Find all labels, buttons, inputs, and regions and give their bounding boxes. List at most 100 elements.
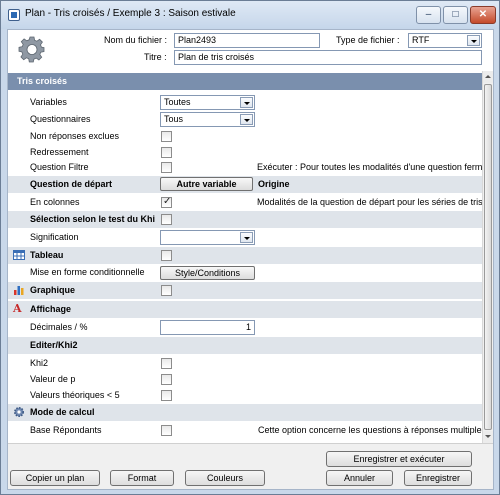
question-filtre-checkbox[interactable] — [161, 162, 172, 173]
variables-select[interactable]: Toutes — [160, 95, 255, 110]
origine-label: Origine — [258, 179, 290, 189]
window-title: Plan - Tris croisés / Exemple 3 : Saison… — [25, 8, 236, 19]
autre-variable-button[interactable]: Autre variable — [160, 177, 253, 191]
table-icon — [13, 250, 25, 260]
app-icon — [8, 9, 20, 21]
scroll-down-arrow-icon[interactable] — [483, 431, 493, 443]
row-signification: Signification — [8, 229, 482, 246]
khi2-label: Khi2 — [30, 358, 49, 368]
dialog-client-area: Nom du fichier : Plan2493 Type de fichie… — [7, 29, 494, 490]
options-panel: Tris croisés Variables Toutes Questionna… — [8, 71, 482, 443]
redressement-checkbox[interactable] — [161, 147, 172, 158]
selection-khi-checkbox[interactable] — [161, 214, 172, 225]
section-affichage-label: Affichage — [30, 304, 72, 314]
file-header: Nom du fichier : Plan2493 Type de fichie… — [8, 30, 493, 71]
section-graphique: Graphique — [8, 282, 482, 299]
row-en-colonnes: En colonnes Modalités de la question de … — [8, 194, 482, 211]
non-reponses-label: Non réponses exclues — [30, 131, 120, 141]
redressement-label: Redressement — [30, 147, 89, 157]
en-colonnes-info: Modalités de la question de départ pour … — [257, 197, 482, 207]
enregistrer-executer-button[interactable]: Enregistrer et exécuter — [326, 451, 472, 467]
close-button[interactable]: ✕ — [470, 6, 496, 24]
valeurs-theoriques-label: Valeurs théoriques < 5 — [30, 390, 120, 400]
base-repondants-info: Cette option concerne les questions à ré… — [258, 425, 482, 435]
variables-label: Variables — [30, 97, 67, 107]
row-base-repondants: Base Répondants Cette option concerne le… — [8, 422, 482, 439]
title-label: Titre : — [144, 52, 167, 62]
section-graphique-label: Graphique — [30, 285, 76, 295]
filetype-label: Type de fichier : — [336, 35, 400, 45]
valeurs-theoriques-checkbox[interactable] — [161, 390, 172, 401]
filetype-value: RTF — [412, 35, 430, 45]
base-repondants-checkbox[interactable] — [161, 425, 172, 436]
question-filtre-label: Question Filtre — [30, 162, 89, 172]
section-tableau: Tableau — [8, 247, 482, 264]
signification-select[interactable] — [160, 230, 255, 245]
section-editer-khi2: Editer/Khi2 — [8, 337, 482, 354]
format-button[interactable]: Format — [110, 470, 174, 486]
annuler-button[interactable]: Annuler — [326, 470, 393, 486]
plan-dialog-window: Plan - Tris croisés / Exemple 3 : Saison… — [0, 0, 500, 495]
questionnaires-value: Tous — [164, 114, 184, 124]
section-editer-khi2-label: Editer/Khi2 — [30, 340, 78, 350]
question-filtre-info: Exécuter : Pour toutes les modalités d'u… — [257, 162, 482, 172]
font-a-icon: A — [13, 302, 22, 315]
section-selection-khi-label: Sélection selon le test du Khi — [30, 214, 156, 224]
questionnaires-select[interactable]: Tous — [160, 112, 255, 127]
section-tableau-label: Tableau — [30, 250, 64, 260]
vertical-scrollbar[interactable] — [482, 71, 493, 443]
title-bar[interactable]: Plan - Tris croisés / Exemple 3 : Saison… — [1, 1, 499, 29]
questionnaires-label: Questionnaires — [30, 114, 91, 124]
graphique-checkbox[interactable] — [161, 285, 172, 296]
chevron-down-icon[interactable] — [240, 114, 253, 125]
khi2-checkbox[interactable] — [161, 358, 172, 369]
bar-chart-icon — [14, 286, 24, 295]
maximize-button[interactable]: □ — [443, 6, 468, 24]
row-questionnaires: Questionnaires Tous — [8, 111, 482, 128]
row-decimales: Décimales / % 1 — [8, 319, 482, 336]
section-tris-croises-label: Tris croisés — [17, 76, 68, 86]
section-affichage: A Affichage — [8, 301, 482, 318]
scrollbar-thumb[interactable] — [484, 84, 492, 430]
gear-icon — [18, 36, 45, 63]
row-non-reponses: Non réponses exclues — [8, 128, 482, 145]
row-khi2: Khi2 — [8, 355, 482, 372]
filetype-select[interactable]: RTF — [408, 33, 482, 48]
tableau-checkbox[interactable] — [161, 250, 172, 261]
minimize-button[interactable]: – — [416, 6, 441, 24]
variables-value: Toutes — [164, 97, 191, 107]
section-mode-calcul-label: Mode de calcul — [30, 407, 95, 417]
valeur-p-checkbox[interactable] — [161, 374, 172, 385]
filename-input[interactable]: Plan2493 — [174, 33, 320, 48]
en-colonnes-checkbox[interactable] — [161, 196, 172, 208]
couleurs-button[interactable]: Couleurs — [185, 470, 265, 486]
base-repondants-label: Base Répondants — [30, 425, 102, 435]
section-selection-khi: Sélection selon le test du Khi — [8, 211, 482, 228]
scroll-up-arrow-icon[interactable] — [483, 71, 493, 83]
filename-label: Nom du fichier : — [104, 35, 168, 45]
row-valeur-p: Valeur de p — [8, 371, 482, 388]
row-valeurs-theoriques: Valeurs théoriques < 5 — [8, 387, 482, 404]
row-mise-en-forme: Mise en forme conditionnelle Style/Condi… — [8, 264, 482, 281]
valeur-p-label: Valeur de p — [30, 374, 76, 384]
title-input[interactable]: Plan de tris croisés — [174, 50, 482, 65]
chevron-down-icon[interactable] — [240, 232, 253, 243]
section-question-depart: Question de départ Autre variable Origin… — [8, 176, 482, 193]
enregistrer-button[interactable]: Enregistrer — [404, 470, 472, 486]
style-conditions-button[interactable]: Style/Conditions — [160, 266, 255, 280]
gear-icon — [14, 407, 24, 417]
chevron-down-icon[interactable] — [467, 35, 480, 46]
mise-en-forme-label: Mise en forme conditionnelle — [30, 267, 145, 277]
section-question-depart-label: Question de départ — [30, 179, 113, 189]
en-colonnes-label: En colonnes — [30, 197, 80, 207]
row-question-filtre: Question Filtre Exécuter : Pour toutes l… — [8, 159, 482, 176]
decimales-label: Décimales / % — [30, 322, 88, 332]
decimales-input[interactable]: 1 — [160, 320, 255, 335]
chevron-down-icon[interactable] — [240, 97, 253, 108]
section-mode-calcul: Mode de calcul — [8, 404, 482, 421]
copier-plan-button[interactable]: Copier un plan — [10, 470, 100, 486]
non-reponses-checkbox[interactable] — [161, 131, 172, 142]
signification-label: Signification — [30, 232, 79, 242]
section-tris-croises: Tris croisés — [8, 73, 482, 90]
dialog-footer: Enregistrer et exécuter Copier un plan F… — [8, 443, 493, 489]
